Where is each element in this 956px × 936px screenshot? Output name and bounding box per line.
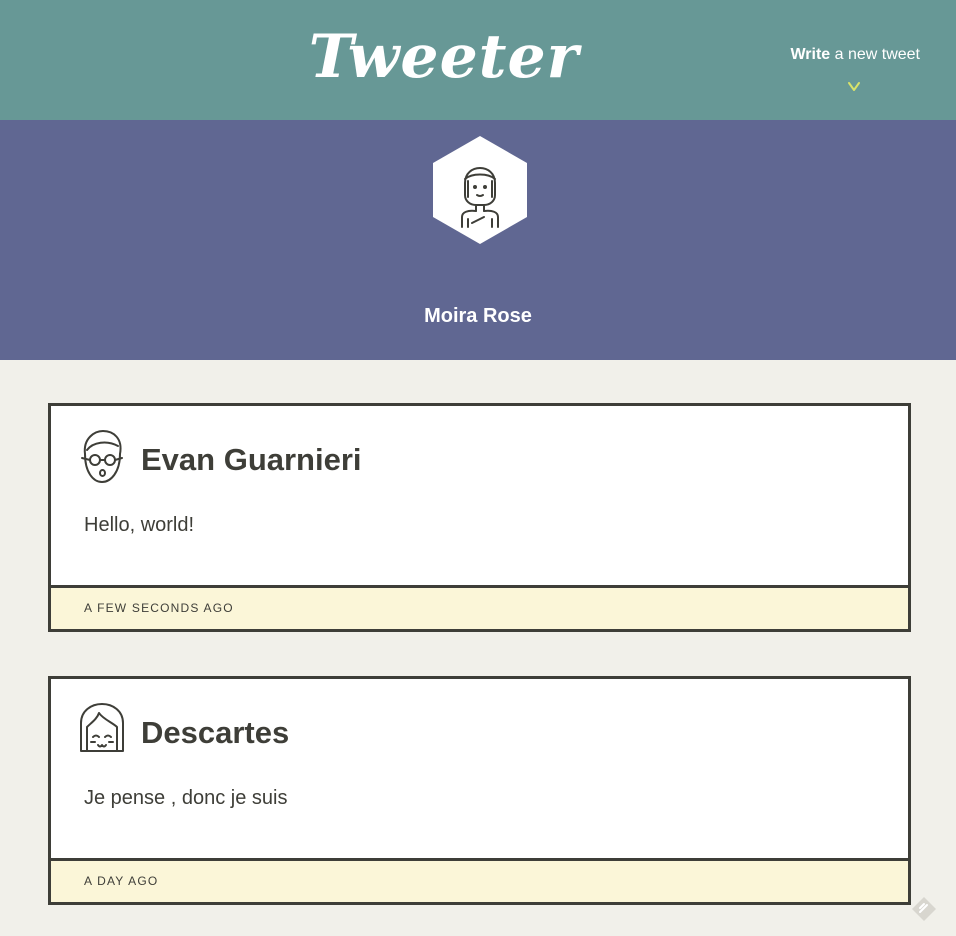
tweet-content: Hello, world! [84,514,195,536]
user-avatar-icon [433,136,527,244]
edit-icon[interactable] [910,895,938,923]
tweet-timestamp: A FEW SECONDS AGO [51,585,908,629]
compose-label: a new tweet [830,46,920,63]
tweet-card: Descartes Je pense , donc je suis A DAY … [48,676,911,905]
tweet-content: Je pense , donc je suis [84,787,288,809]
tweet-user-name: Descartes [141,715,290,750]
tweet-user-name: Evan Guarnieri [141,442,362,477]
profile-header: Moira Rose [0,120,956,360]
chevron-down-icon[interactable] [846,80,862,94]
profile-name: Moira Rose [424,305,532,327]
tweet-timestamp: A DAY AGO [51,858,908,902]
avatar-girl-icon [80,703,124,752]
write-tweet-button[interactable]: Write a new tweet [790,46,920,64]
tweet-header: Evan Guarnieri [51,406,908,514]
top-nav: Tweeter Write a new tweet [0,0,956,120]
tweet-header: Descartes [51,679,908,787]
tweet-card: Evan Guarnieri Hello, world! A FEW SECON… [48,403,911,632]
compose-bold-label: Write [790,46,831,63]
brand-logo[interactable]: Tweeter [0,22,888,92]
avatar-glasses-icon [81,430,123,483]
